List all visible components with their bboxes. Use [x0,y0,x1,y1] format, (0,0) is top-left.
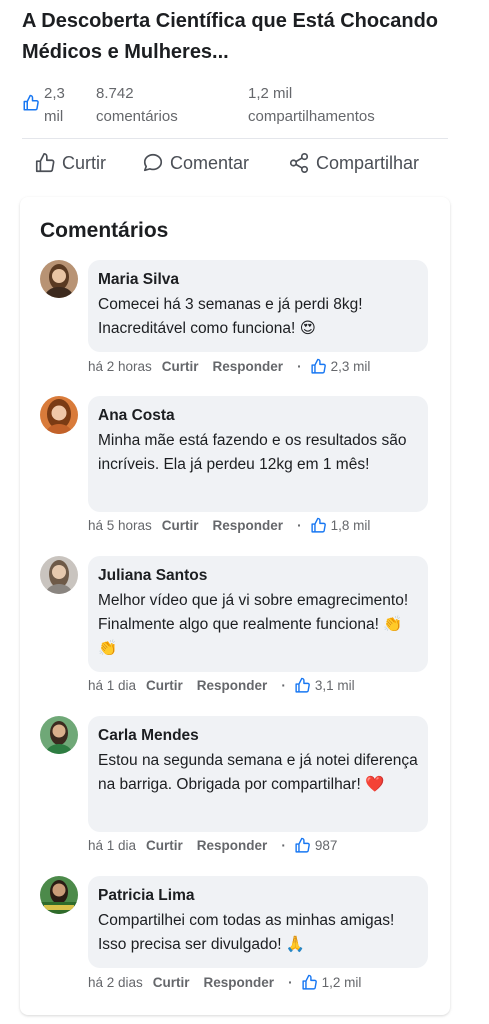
share-button-label: Compartilhar [316,152,420,173]
comment-author[interactable]: Juliana Santos [98,565,418,587]
avatar[interactable] [40,556,78,594]
thumbs-up-icon [295,677,310,693]
comment-author[interactable]: Patricia Lima [98,885,418,907]
likes-count[interactable]: 2,3 mil [44,82,84,128]
comment-text: Comecei há 3 semanas e já perdi 8kg! Ina… [98,296,363,337]
comment-bubble: Juliana Santos Melhor vídeo que já vi so… [88,556,428,672]
comment-meta: há 2 dias Curtir Responder · 1,2 mil [88,974,361,991]
comment-text: Compartilhei com todas as minhas amigas!… [98,912,395,953]
thumbs-up-icon [310,517,326,533]
comment-time: há 1 dia [88,838,137,853]
separator-dot: · [288,975,293,990]
share-icon [289,153,309,173]
comment-button-label: Comentar [170,152,250,173]
like-button-label: Curtir [62,152,106,173]
comment-time: há 2 horas [88,359,152,374]
comment-likes: 1,8 mil [310,517,371,534]
post-title: A Descoberta Científica que Está Chocand… [22,10,439,63]
comment-reply-button[interactable]: Responder [197,678,268,693]
shares-count[interactable]: 1,2 mil compartilhamentos [248,82,418,128]
comment-likes-count: 1,8 mil [330,518,371,533]
comment-time: há 1 dia [88,678,137,693]
comment-like-button[interactable]: Curtir [162,518,199,533]
comment-likes: 3,1 mil [294,677,355,694]
comment-reply-button[interactable]: Responder [213,359,284,374]
comment-bubble: Carla Mendes Estou na segunda semana e j… [88,716,428,832]
comment-like-button[interactable]: Curtir [146,838,183,853]
comment-text: Melhor vídeo que já vi sobre emagrecimen… [98,592,409,657]
separator-dot: · [297,518,302,533]
comments-card: Comentários Maria Silva Comecei há 3 sem… [20,197,450,1015]
comment-author[interactable]: Carla Mendes [98,725,418,747]
comment-meta: há 1 dia Curtir Responder · 987 [88,837,337,854]
comment-meta: há 5 horas Curtir Responder · 1,8 mil [88,517,370,534]
comment-likes-count: 1,2 mil [321,975,362,990]
comment-likes: 987 [294,837,338,854]
separator-dot: · [281,838,286,853]
comment-time: há 5 horas [88,518,152,533]
comment-bubble: Patricia Lima Compartilhei com todas as … [88,876,428,968]
comment-meta: há 1 dia Curtir Responder · 3,1 mil [88,677,355,694]
thumbs-up-icon [23,94,39,111]
post-stats: 2,3 mil 8.742 comentários 1,2 mil compar… [22,82,448,130]
avatar[interactable] [40,716,78,754]
comment-bubble: Maria Silva Comecei há 3 semanas e já pe… [88,260,428,352]
comment-time: há 2 dias [88,975,143,990]
comment-bubble: Ana Costa Minha mãe está fazendo e os re… [88,396,428,512]
like-button[interactable]: Curtir [34,146,106,180]
comment-author[interactable]: Ana Costa [98,405,418,427]
share-button[interactable]: Compartilhar [288,146,419,180]
comment-meta: há 2 horas Curtir Responder · 2,3 mil [88,358,370,375]
separator-dot: · [297,359,302,374]
comment-like-button[interactable]: Curtir [162,359,199,374]
thumbs-up-icon [295,837,310,853]
comment-reply-button[interactable]: Responder [197,838,268,853]
comment-likes-count: 3,1 mil [314,678,355,693]
comment-reply-button[interactable]: Responder [213,518,284,533]
comments-title: Comentários [40,219,169,242]
separator-dot: · [281,678,286,693]
comment-author[interactable]: Maria Silva [98,269,418,291]
avatar[interactable] [40,396,78,434]
comment-likes-count: 987 [314,838,338,853]
avatar[interactable] [40,876,78,914]
comment-reply-button[interactable]: Responder [204,975,275,990]
post-actions: Curtir Comentar Compartilhar [22,146,448,180]
thumbs-up-icon [35,153,55,173]
divider [22,138,448,139]
speech-bubble-icon [143,153,163,172]
comment-likes-count: 2,3 mil [330,359,371,374]
comment-button[interactable]: Comentar [142,146,249,180]
thumbs-up-icon [301,974,317,990]
comment-like-button[interactable]: Curtir [153,975,190,990]
comment-like-button[interactable]: Curtir [146,678,183,693]
comment-likes: 1,2 mil [301,974,362,991]
thumbs-up-icon [310,358,326,374]
comments-count[interactable]: 8.742 comentários [96,82,206,128]
avatar[interactable] [40,260,78,298]
comment-text: Minha mãe está fazendo e os resultados s… [98,432,407,473]
comment-likes: 2,3 mil [310,358,371,375]
comment-text: Estou na segunda semana e já notei difer… [98,752,418,793]
